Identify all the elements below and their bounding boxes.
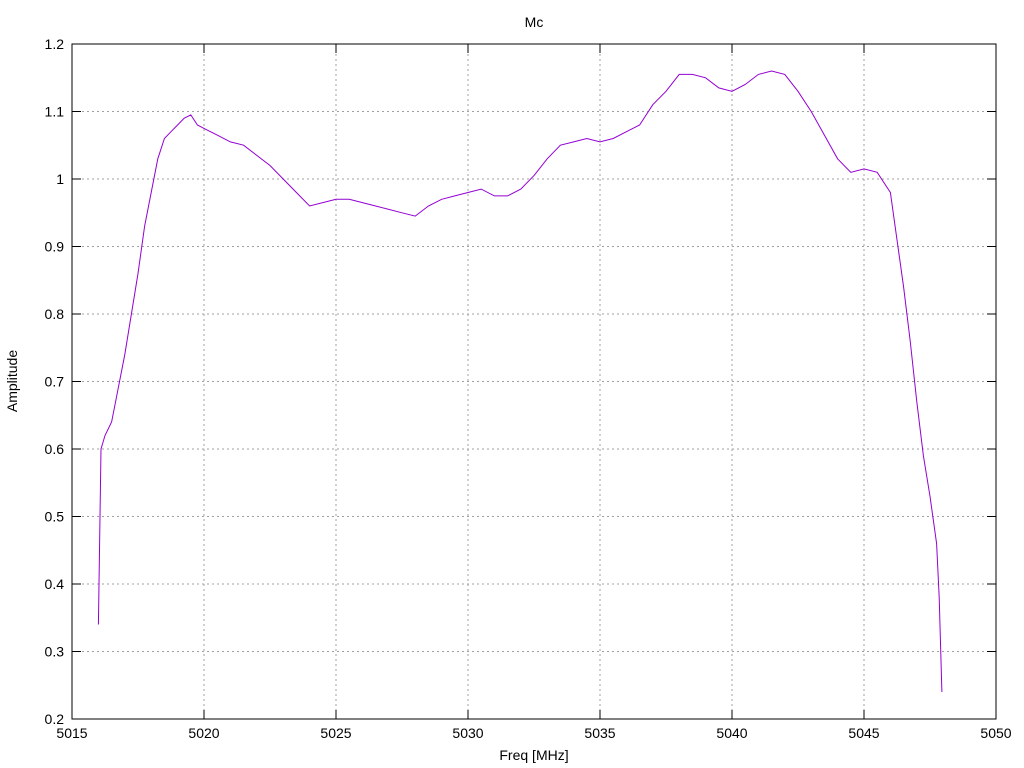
x-tick-label: 5025: [320, 725, 351, 741]
y-tick-label: 1: [56, 171, 64, 187]
series-line: [97, 70, 943, 693]
y-tick-label: 0.8: [45, 306, 65, 322]
grid: [72, 44, 996, 719]
x-tick-label: 5035: [584, 725, 615, 741]
y-tick-label: 0.6: [45, 441, 65, 457]
x-tick-label: 5020: [188, 725, 219, 741]
y-tick-label: 0.4: [45, 576, 65, 592]
line-chart: 5015 5020 5025 5030 5035 5040 5045 5050 0.2 0.3 0.…: [4, 14, 1012, 763]
y-axis-label: Amplitude: [4, 350, 20, 412]
x-tick-label: 5030: [452, 725, 483, 741]
y-tick-label: 1.1: [45, 104, 65, 120]
y-tick-label: 0.2: [45, 711, 65, 727]
axis-ticks: 5015 5020 5025 5030 5035 5040 5045 5050 0.2 0.3 0.…: [45, 36, 1012, 741]
x-tick-label: 5040: [716, 725, 747, 741]
y-tick-label: 0.7: [45, 374, 65, 390]
y-tick-label: 1.2: [45, 36, 65, 52]
y-tick-label: 0.3: [45, 644, 65, 660]
x-tick-label: 5045: [848, 725, 879, 741]
chart-title: Mc: [525, 14, 544, 30]
x-tick-label: 5015: [56, 725, 87, 741]
y-tick-label: 0.9: [45, 239, 65, 255]
x-axis-label: Freq [MHz]: [499, 747, 568, 763]
series-layer: [97, 70, 943, 693]
y-tick-label: 0.5: [45, 509, 65, 525]
x-tick-label: 5050: [980, 725, 1011, 741]
